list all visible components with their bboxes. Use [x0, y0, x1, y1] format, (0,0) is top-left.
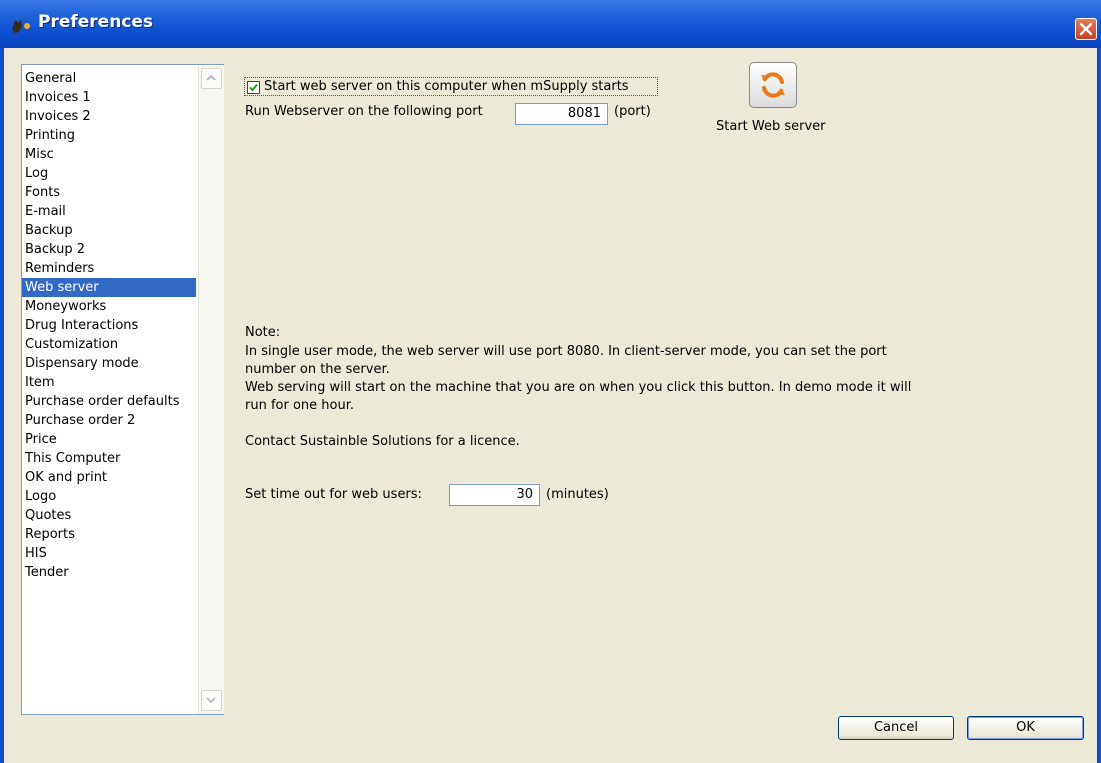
note-title: Note: — [245, 325, 281, 340]
sidebar-item-printing[interactable]: Printing — [22, 126, 196, 145]
sidebar-item-quotes[interactable]: Quotes — [22, 506, 196, 525]
start-web-server-label: Start Web server — [716, 119, 826, 134]
close-button[interactable] — [1075, 18, 1097, 40]
sidebar-item-tender[interactable]: Tender — [22, 563, 196, 582]
sidebar-item-item[interactable]: Item — [22, 373, 196, 392]
sidebar-item-log[interactable]: Log — [22, 164, 196, 183]
sidebar-item-web-server[interactable]: Web server — [22, 278, 196, 297]
note-line: run for one hour. — [245, 398, 355, 413]
sidebar-item-backup-2[interactable]: Backup 2 — [22, 240, 196, 259]
start-webserver-label: Start web server on this computer when m… — [264, 79, 629, 94]
window-border-right — [1097, 48, 1101, 763]
close-icon — [1079, 22, 1093, 36]
sidebar-item-invoices-2[interactable]: Invoices 2 — [22, 107, 196, 126]
start-webserver-checkbox[interactable] — [247, 81, 260, 94]
sidebar-item-fonts[interactable]: Fonts — [22, 183, 196, 202]
cancel-button[interactable]: Cancel — [838, 716, 954, 740]
timeout-input[interactable]: 30 — [449, 484, 540, 506]
category-items: General Invoices 1 Invoices 2 Printing M… — [22, 69, 196, 582]
timeout-label: Set time out for web users: — [245, 487, 422, 502]
sidebar-item-reports[interactable]: Reports — [22, 525, 196, 544]
sidebar-item-misc[interactable]: Misc — [22, 145, 196, 164]
window-title: Preferences — [38, 12, 154, 32]
window-border-left — [0, 48, 4, 763]
sidebar-item-backup[interactable]: Backup — [22, 221, 196, 240]
checkmark-icon — [249, 83, 258, 92]
scroll-up-button[interactable] — [201, 68, 222, 89]
sidebar-item-logo[interactable]: Logo — [22, 487, 196, 506]
timeout-unit-label: (minutes) — [546, 487, 609, 502]
note-line: Web serving will start on the machine th… — [245, 380, 912, 395]
sidebar-item-dispensary-mode[interactable]: Dispensary mode — [22, 354, 196, 373]
sidebar-item-purchase-order-2[interactable]: Purchase order 2 — [22, 411, 196, 430]
sidebar-item-e-mail[interactable]: E-mail — [22, 202, 196, 221]
title-bar[interactable]: Preferences — [0, 0, 1101, 48]
sidebar-item-purchase-order-defaults[interactable]: Purchase order defaults — [22, 392, 196, 411]
ok-button[interactable]: OK — [967, 716, 1084, 740]
port-input[interactable]: 8081 — [515, 103, 608, 125]
scroll-down-button[interactable] — [201, 690, 222, 711]
preferences-category-list[interactable]: General Invoices 1 Invoices 2 Printing M… — [21, 64, 224, 715]
sidebar-item-his[interactable]: HIS — [22, 544, 196, 563]
licence-text: Contact Sustainble Solutions for a licen… — [245, 434, 520, 449]
port-unit-label: (port) — [614, 104, 651, 119]
sidebar-item-customization[interactable]: Customization — [22, 335, 196, 354]
sidebar-scrollbar[interactable] — [198, 65, 224, 714]
chevron-up-icon — [206, 74, 216, 81]
sidebar-item-drug-interactions[interactable]: Drug Interactions — [22, 316, 196, 335]
sidebar-item-this-computer[interactable]: This Computer — [22, 449, 196, 468]
start-web-server-button[interactable] — [749, 62, 797, 108]
sidebar-item-ok-and-print[interactable]: OK and print — [22, 468, 196, 487]
chevron-down-icon — [206, 697, 216, 704]
note-line: In single user mode, the web server will… — [245, 344, 887, 359]
sidebar-item-general[interactable]: General — [22, 69, 196, 88]
note-line: number on the server. — [245, 362, 390, 377]
app-icon — [10, 18, 32, 34]
sidebar-item-invoices-1[interactable]: Invoices 1 — [22, 88, 196, 107]
refresh-icon — [761, 72, 785, 98]
sidebar-item-moneyworks[interactable]: Moneyworks — [22, 297, 196, 316]
port-label: Run Webserver on the following port — [245, 104, 483, 119]
sidebar-item-reminders[interactable]: Reminders — [22, 259, 196, 278]
sidebar-item-price[interactable]: Price — [22, 430, 196, 449]
preferences-window: Preferences General Invoices 1 Invoices … — [0, 0, 1101, 763]
start-webserver-option[interactable]: Start web server on this computer when m… — [244, 77, 658, 96]
